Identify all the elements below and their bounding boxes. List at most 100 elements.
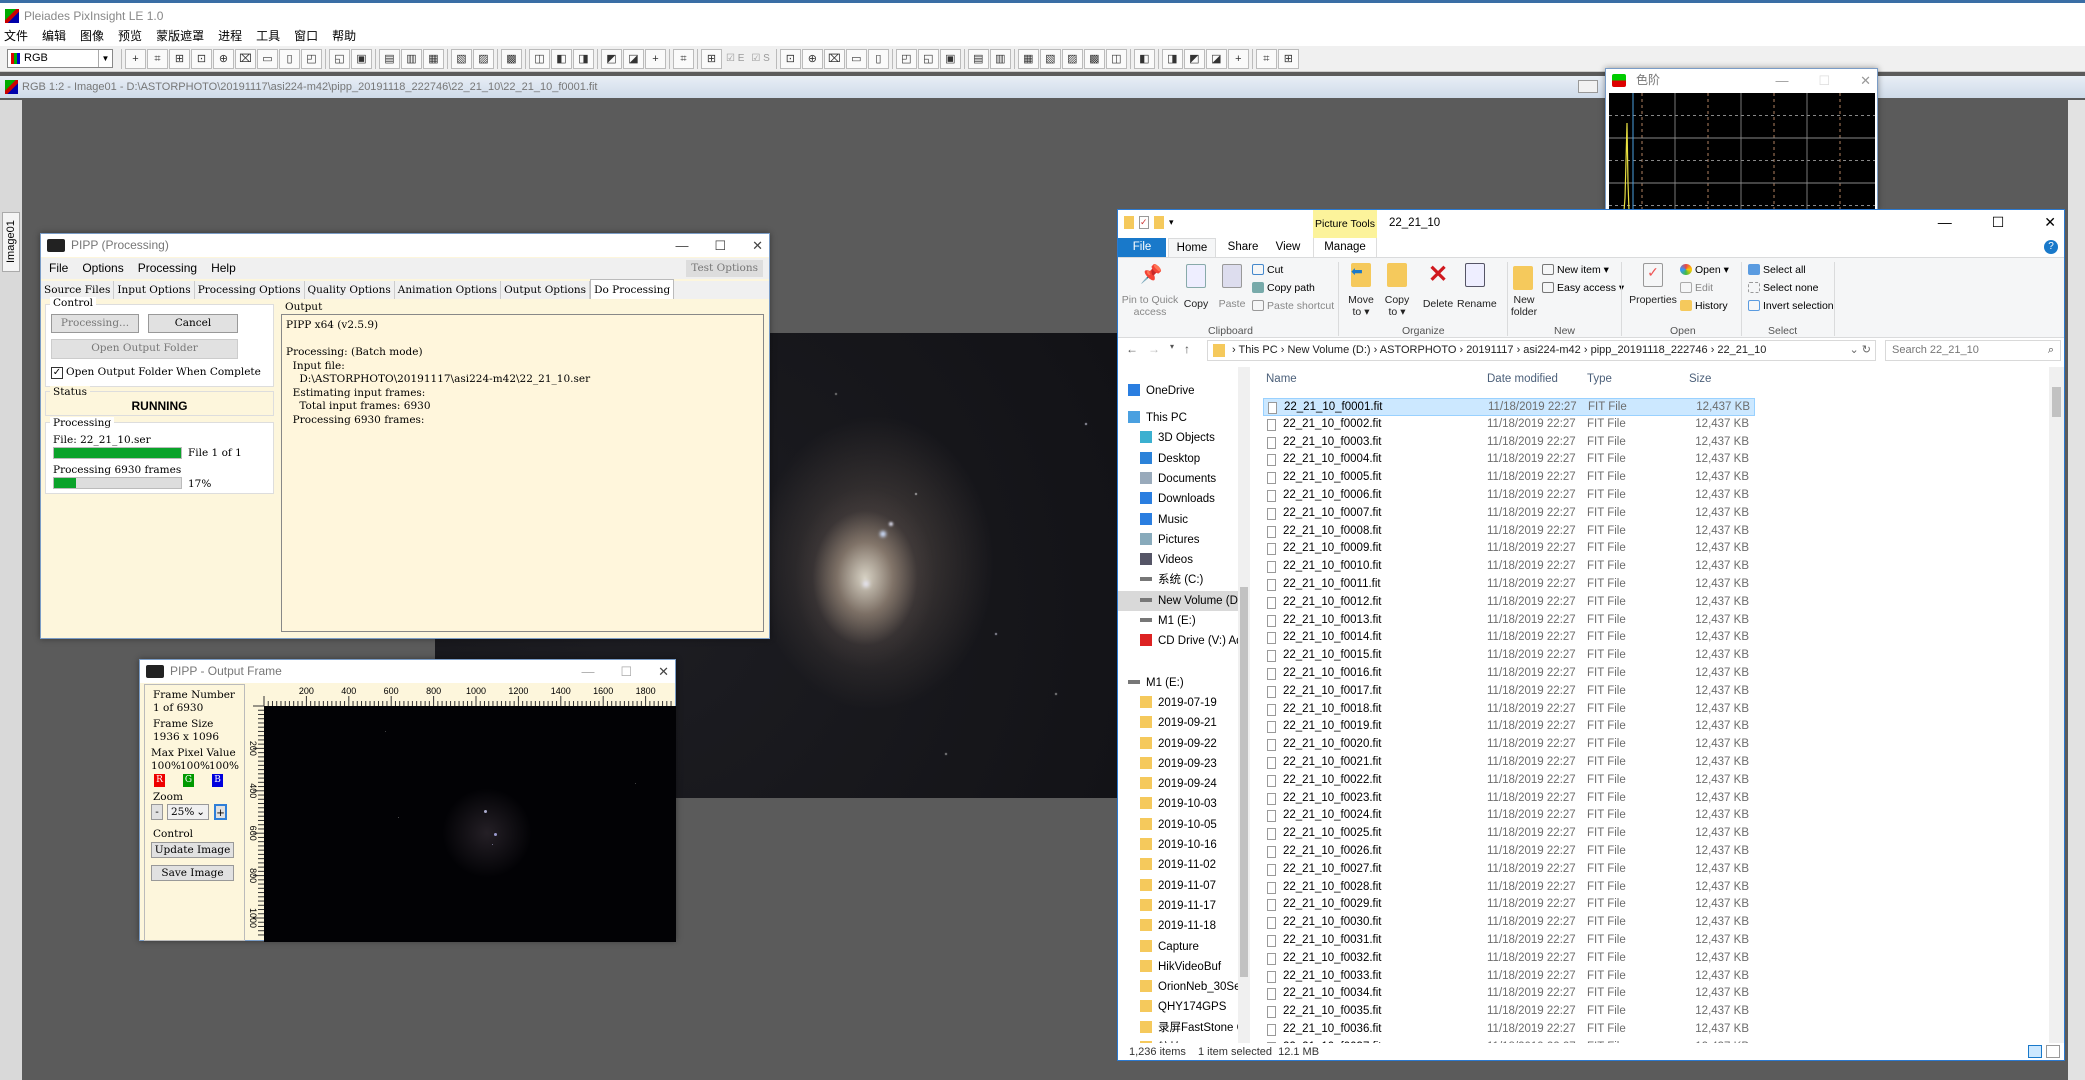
large-icons-view-icon[interactable] bbox=[2046, 1045, 2060, 1058]
sidebar-item[interactable]: OrionNeb_30Sec bbox=[1118, 977, 1238, 997]
tab-output-options[interactable]: Output Options bbox=[501, 281, 591, 299]
new-folder-button[interactable]: New folder bbox=[1507, 294, 1541, 318]
maximize-button[interactable]: ☐ bbox=[1992, 214, 2005, 231]
file-row[interactable]: 22_21_10_f0023.fit 11/18/2019 22:27 FIT Fi… bbox=[1263, 790, 2049, 808]
collapse-icon[interactable]: ▨ bbox=[473, 48, 494, 69]
move-to-button[interactable]: Move to ▾ bbox=[1344, 294, 1378, 318]
close-button[interactable]: ✕ bbox=[658, 660, 669, 683]
address-bar[interactable]: › This PC › New Volume (D:) › ASTORPHOTO… bbox=[1207, 340, 1876, 361]
minimize-button[interactable]: — bbox=[1775, 69, 1788, 92]
breadcrumb-item[interactable]: ASTORPHOTO bbox=[1380, 344, 1457, 356]
screen-icon[interactable]: ◫ bbox=[1105, 48, 1127, 69]
channel-r-toggle[interactable]: R bbox=[154, 774, 165, 787]
sidebar-item[interactable]: CD Drive (V:) Ad bbox=[1118, 631, 1238, 651]
tab-quality-options[interactable]: Quality Options bbox=[304, 281, 395, 299]
refresh-icon[interactable]: ⌄ ↻ bbox=[1850, 341, 1872, 360]
sidebar-item[interactable]: 2019-10-05 bbox=[1118, 815, 1238, 835]
image-frame-icon[interactable]: ▣ bbox=[351, 48, 372, 69]
cancel-button[interactable]: Cancel bbox=[148, 314, 238, 333]
sidebar-item[interactable]: HikVideoBuf bbox=[1118, 957, 1238, 977]
sidebar-item[interactable]: 2019-09-23 bbox=[1118, 754, 1238, 774]
minimize-button[interactable]: — bbox=[1938, 214, 1952, 231]
file-row[interactable]: 22_21_10_f0006.fit 11/18/2019 22:27 FIT Fi… bbox=[1263, 487, 2049, 505]
search-input[interactable]: Search 22_21_10 ⌕ bbox=[1885, 340, 2061, 361]
menu-item-3[interactable]: 预览 bbox=[118, 27, 142, 46]
details-view-icon[interactable] bbox=[2028, 1045, 2042, 1058]
sidebar-item[interactable]: Desktop bbox=[1118, 449, 1238, 469]
navigation-scrollbar[interactable] bbox=[1238, 367, 1250, 1043]
close-button[interactable]: ✕ bbox=[1860, 69, 1871, 92]
sidebar-item[interactable]: QHY174GPS bbox=[1118, 997, 1238, 1017]
back-arrow-icon[interactable]: ← bbox=[1126, 342, 1138, 356]
breadcrumb-item[interactable]: asi224-m42 bbox=[1523, 344, 1580, 356]
file-row[interactable]: 22_21_10_f0034.fit 11/18/2019 22:27 FIT Fi… bbox=[1263, 985, 2049, 1003]
sidebar-item[interactable]: OneDrive bbox=[1118, 381, 1238, 401]
file-row[interactable]: 22_21_10_f0036.fit 11/18/2019 22:27 FIT Fi… bbox=[1263, 1021, 2049, 1039]
tab-animation-options[interactable]: Animation Options bbox=[394, 281, 502, 299]
rename-button[interactable]: Rename bbox=[1457, 298, 1497, 310]
history-button[interactable]: History bbox=[1680, 300, 1728, 312]
statistics-icon[interactable]: ▥ bbox=[989, 48, 1011, 69]
column-header-size[interactable]: Size bbox=[1689, 373, 1711, 385]
file-row[interactable]: 22_21_10_f0001.fit 11/18/2019 22:27 FIT Fi… bbox=[1263, 398, 1755, 416]
file-row[interactable]: 22_21_10_f0004.fit 11/18/2019 22:27 FIT Fi… bbox=[1263, 451, 2049, 469]
menu-processing[interactable]: Processing bbox=[138, 258, 197, 279]
file-row[interactable]: 22_21_10_f0002.fit 11/18/2019 22:27 FIT Fi… bbox=[1263, 416, 2049, 434]
file-row[interactable]: 22_21_10_f0005.fit 11/18/2019 22:27 FIT Fi… bbox=[1263, 469, 2049, 487]
mask-invert-icon[interactable]: ◧ bbox=[551, 48, 572, 69]
delete-button[interactable]: Delete bbox=[1419, 298, 1457, 310]
file-row[interactable]: 22_21_10_f0035.fit 11/18/2019 22:27 FIT Fi… bbox=[1263, 1003, 2049, 1021]
rgb-channels-icon[interactable]: ◰ bbox=[895, 48, 917, 69]
edit-button[interactable]: Edit bbox=[1680, 282, 1713, 294]
file-row[interactable]: 22_21_10_f0019.fit 11/18/2019 22:27 FIT Fi… bbox=[1263, 718, 2049, 736]
mask-icon[interactable]: ▩ bbox=[501, 48, 522, 69]
image-list-icon[interactable]: ◧ bbox=[1133, 48, 1155, 69]
customize-qat-icon[interactable]: ▾ bbox=[1169, 217, 1174, 228]
open-output-folder-button[interactable]: Open Output Folder bbox=[51, 339, 238, 359]
file-row[interactable]: 22_21_10_f0018.fit 11/18/2019 22:27 FIT Fi… bbox=[1263, 701, 2049, 719]
breadcrumb-item[interactable]: New Volume (D:) bbox=[1287, 344, 1370, 356]
menu-item-6[interactable]: 工具 bbox=[256, 27, 280, 46]
sidebar-item[interactable]: Capture bbox=[1118, 937, 1238, 957]
processing-button[interactable]: Processing... bbox=[51, 314, 139, 333]
close-button[interactable]: ✕ bbox=[2044, 214, 2056, 231]
forward-arrow-icon[interactable]: → bbox=[1148, 342, 1160, 356]
sidebar-item[interactable]: Pictures bbox=[1118, 530, 1238, 550]
sidebar-item[interactable]: 2019-07-19 bbox=[1118, 693, 1238, 713]
menu-help[interactable]: Help bbox=[211, 258, 236, 279]
image-window-icon[interactable]: ◱ bbox=[329, 48, 350, 69]
column-header-name[interactable]: Name bbox=[1266, 373, 1297, 385]
sidebar-item[interactable]: 系统 (C:) bbox=[1118, 570, 1238, 590]
easy-access-button[interactable]: Easy access ▾ bbox=[1542, 282, 1624, 294]
maximize-button[interactable]: ☐ bbox=[1818, 69, 1830, 92]
sidebar-item[interactable]: Downloads bbox=[1118, 489, 1238, 509]
preview-delete-icon[interactable]: ◪ bbox=[623, 48, 644, 69]
file-row[interactable]: 22_21_10_f0033.fit 11/18/2019 22:27 FIT Fi… bbox=[1263, 968, 2049, 986]
properties-icon[interactable]: ✓ bbox=[1139, 216, 1149, 229]
fit-view-icon[interactable]: ▤ bbox=[379, 48, 400, 69]
preview-store-icon[interactable]: + bbox=[645, 48, 666, 69]
tab-manage[interactable]: Manage bbox=[1313, 238, 1377, 257]
maximize-button[interactable]: ☐ bbox=[620, 660, 632, 683]
sidebar-item[interactable]: 2019-11-07 bbox=[1118, 876, 1238, 896]
open-button[interactable]: Open ▾ bbox=[1680, 264, 1729, 276]
sidebar-item[interactable]: 录屏FastStone C bbox=[1118, 1018, 1238, 1038]
stf-auto-icon[interactable]: ⊞ bbox=[701, 48, 722, 69]
menu-options[interactable]: Options bbox=[82, 258, 123, 279]
zoom-in-button[interactable]: + bbox=[214, 804, 227, 820]
sidebar-item[interactable]: 2019-11-17 bbox=[1118, 896, 1238, 916]
column-header-date[interactable]: Date modified bbox=[1487, 373, 1558, 385]
mask-show-icon[interactable]: ◫ bbox=[529, 48, 550, 69]
sidebar-item[interactable]: Documents bbox=[1118, 469, 1238, 489]
levels-icon[interactable]: ⊕ bbox=[801, 48, 823, 69]
new-item-button[interactable]: New item ▾ bbox=[1542, 264, 1609, 276]
checkbox-s[interactable]: ☑ S bbox=[748, 49, 772, 69]
channel-b-toggle[interactable]: B bbox=[212, 774, 223, 787]
star-icon[interactable]: + bbox=[1227, 48, 1249, 69]
scrollbar-thumb[interactable] bbox=[1240, 587, 1248, 977]
sidebar-item[interactable]: M1 (E:) bbox=[1118, 673, 1238, 693]
gamma-icon[interactable]: ▯ bbox=[867, 48, 889, 69]
pin-quick-access-button[interactable]: Pin to Quick access bbox=[1120, 294, 1180, 318]
scrollbar-thumb[interactable] bbox=[2052, 387, 2061, 417]
zoom-fit-width-icon[interactable]: ⊞ bbox=[169, 48, 190, 69]
